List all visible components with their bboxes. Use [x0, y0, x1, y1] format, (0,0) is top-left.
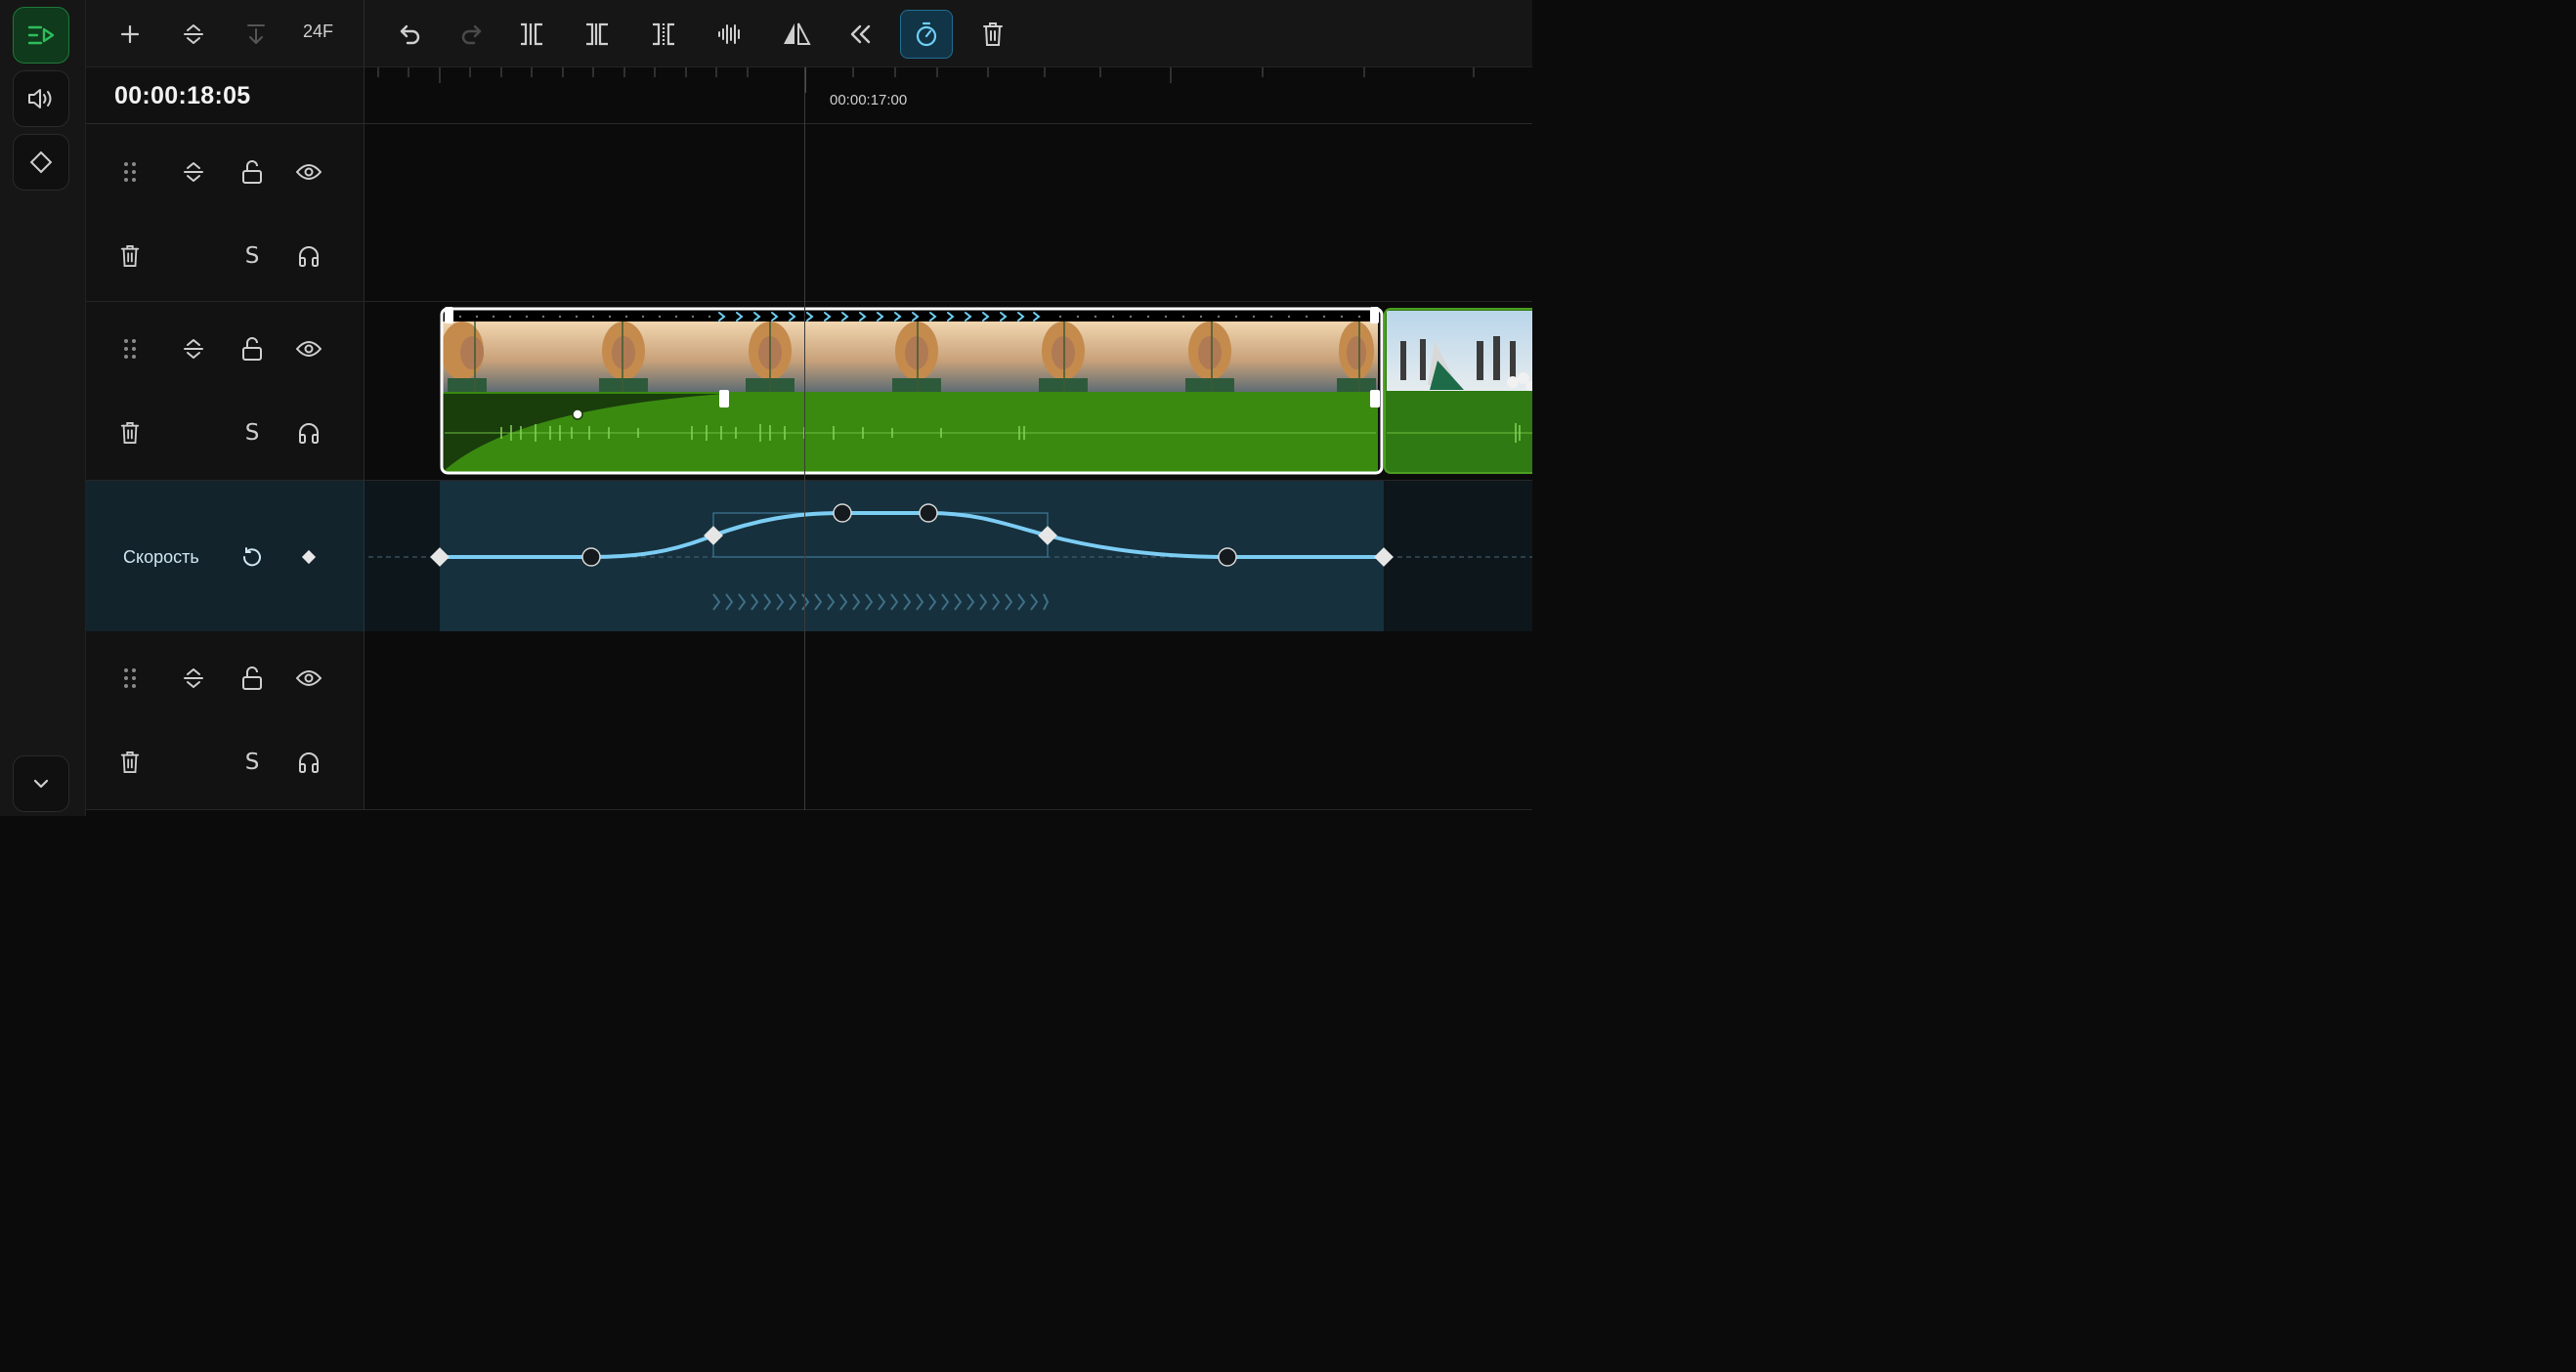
speed-curve [368, 481, 1532, 631]
current-timecode: 00:00:18:05 [114, 82, 251, 109]
track-expand-button[interactable] [177, 332, 210, 365]
split-button[interactable] [506, 10, 557, 59]
undo-icon [400, 24, 420, 45]
expand-tracks-button[interactable] [168, 10, 219, 59]
keyframes-view-button[interactable] [13, 134, 69, 191]
solo-button[interactable]: S [236, 746, 269, 779]
move-down-button[interactable] [231, 10, 281, 59]
track-expand-button[interactable] [177, 662, 210, 695]
time-ruler[interactable]: 00:00:17:00 [365, 67, 1532, 124]
mirror-button[interactable] [771, 10, 822, 59]
eye-icon [296, 670, 322, 686]
unlock-icon [242, 337, 262, 361]
speed-timer-icon [916, 21, 937, 47]
track-lane-1[interactable] [365, 124, 1532, 302]
track-header-2: S [86, 302, 365, 481]
trim-left-icon [586, 22, 608, 46]
visibility-button[interactable] [292, 332, 325, 365]
arrow-down-icon [247, 24, 265, 44]
chevron-down-icon [33, 779, 49, 789]
speed-track-header: Скорость [86, 481, 365, 631]
video-clips [440, 307, 1532, 475]
reset-icon [242, 547, 261, 567]
keyframe-diamond-icon [301, 549, 317, 565]
headphones-icon [299, 423, 319, 444]
rewind-icon [850, 24, 871, 44]
monitor-audio-button[interactable] [292, 239, 325, 273]
reset-speed-button[interactable] [236, 540, 269, 574]
expand-collapse-icon [184, 162, 203, 182]
reverse-button[interactable] [836, 10, 886, 59]
unlock-icon [242, 666, 262, 690]
trim-left-button[interactable] [572, 10, 623, 59]
drag-handle-icon[interactable] [113, 155, 147, 189]
track-controls-toolbar: 24F [86, 0, 365, 67]
drag-handle-icon[interactable] [113, 332, 147, 365]
redo-button[interactable] [446, 10, 496, 59]
headphones-icon [299, 752, 319, 773]
audio-waveform-icon [718, 24, 740, 44]
track-header-1: S [86, 124, 365, 302]
visibility-button[interactable] [292, 662, 325, 695]
monitor-audio-button[interactable] [292, 746, 325, 779]
volume-icon [28, 89, 52, 108]
track-header-3: S [86, 631, 365, 810]
edit-toolbar [365, 0, 1532, 67]
drag-handle-icon[interactable] [113, 662, 147, 695]
eye-icon [296, 164, 322, 180]
add-keyframe-button[interactable] [292, 540, 325, 574]
solo-button[interactable]: S [236, 416, 269, 450]
playhead[interactable] [804, 67, 805, 810]
headphones-icon [299, 246, 319, 267]
trash-icon [120, 422, 140, 444]
speed-curve-lane[interactable] [365, 481, 1532, 631]
ruler-time-label: 00:00:17:00 [830, 92, 908, 108]
timeline-view-button[interactable] [13, 7, 69, 64]
monitor-audio-button[interactable] [292, 416, 325, 450]
lock-button[interactable] [236, 332, 269, 365]
audio-detach-button[interactable] [705, 10, 755, 59]
delete-track-button[interactable] [113, 746, 147, 779]
split-icon [521, 22, 542, 46]
left-rail [0, 0, 86, 816]
mirror-icon [784, 22, 811, 45]
track-lane-2[interactable] [365, 302, 1532, 481]
visibility-button[interactable] [292, 155, 325, 189]
undo-button[interactable] [385, 10, 436, 59]
solo-button[interactable]: S [236, 239, 269, 273]
expand-collapse-icon [184, 339, 203, 359]
delete-button[interactable] [967, 10, 1018, 59]
expand-collapse-icon [184, 24, 203, 44]
unlock-icon [242, 160, 262, 184]
trash-icon [120, 245, 140, 267]
add-icon [120, 24, 140, 44]
speed-label: Скорость [123, 547, 199, 567]
trim-right-button[interactable] [638, 10, 689, 59]
eye-icon [296, 341, 322, 357]
track-expand-button[interactable] [177, 155, 210, 189]
track-lane-3[interactable] [365, 631, 1532, 810]
keyframe-diamond-icon [29, 150, 53, 174]
collapse-button[interactable] [13, 755, 69, 812]
next-video-clip [1384, 308, 1532, 474]
redo-icon [461, 24, 482, 45]
delete-track-button[interactable] [113, 239, 147, 273]
add-track-button[interactable] [105, 10, 155, 59]
selected-video-clip [440, 307, 1384, 475]
trim-right-icon [653, 22, 674, 46]
delete-track-button[interactable] [113, 416, 147, 450]
timeline-icon [27, 25, 55, 45]
timecode-display: 00:00:18:05 [86, 67, 365, 124]
expand-collapse-icon [184, 668, 203, 688]
speed-button[interactable] [900, 10, 953, 59]
audio-view-button[interactable] [13, 70, 69, 127]
lock-button[interactable] [236, 662, 269, 695]
trash-icon [120, 751, 140, 773]
ruler-ticks [377, 67, 1475, 93]
fps-label[interactable]: 24F [303, 21, 333, 42]
trash-icon [983, 22, 1003, 46]
lock-button[interactable] [236, 155, 269, 189]
